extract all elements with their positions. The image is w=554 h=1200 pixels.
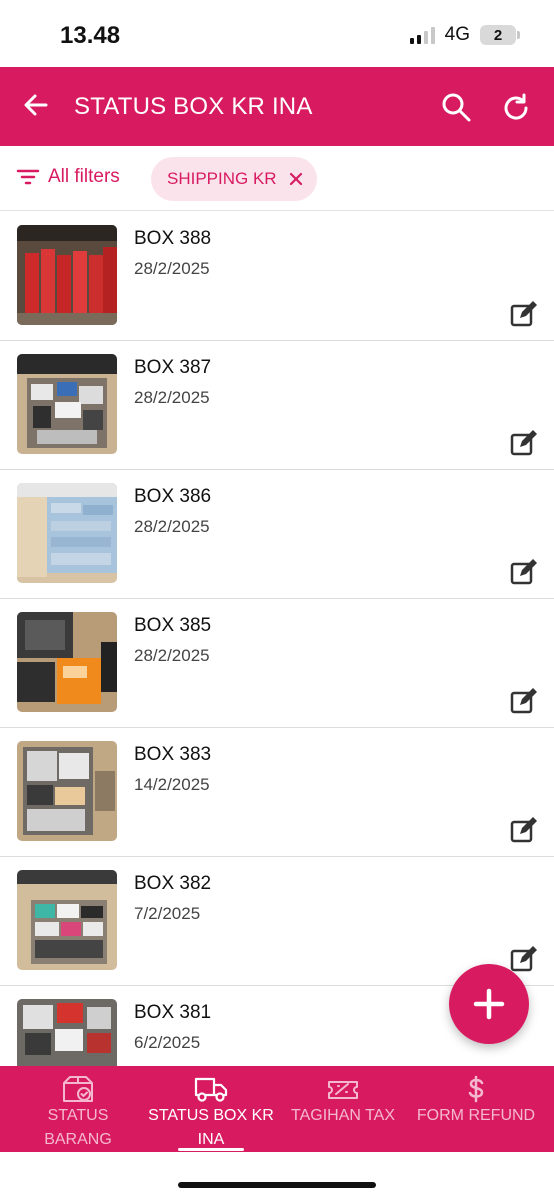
truck-icon [194, 1077, 228, 1102]
box-thumbnail [17, 741, 117, 841]
edit-icon[interactable] [509, 945, 539, 973]
box-title: BOX 381 [134, 1002, 212, 1023]
filter-bar: All filters SHIPPING KR [0, 146, 554, 211]
nav-label: STATUS BOX KR [148, 1107, 274, 1124]
edit-icon[interactable] [509, 300, 539, 328]
list-item[interactable]: BOX 385 28/2/2025 [0, 599, 554, 728]
add-box-button[interactable] [449, 964, 529, 1044]
nav-label: TAGIHAN TAX [290, 1107, 395, 1124]
nav-label: BARANG [44, 1131, 112, 1148]
box-date: 28/2/2025 [134, 388, 210, 407]
box-thumbnail [17, 354, 117, 454]
signal-icon [409, 26, 435, 44]
bottom-nav: STATUS BARANG STATUS BOX KR INA TAGIHAN … [0, 1066, 554, 1152]
status-bar: 13.48 4G 2 [0, 0, 554, 67]
plus-icon [473, 988, 505, 1020]
box-thumbnail [17, 225, 117, 325]
nav-form-refund[interactable]: FORM REFUND [412, 1066, 540, 1152]
box-title: BOX 383 [134, 744, 212, 765]
nav-status-barang[interactable]: STATUS BARANG [20, 1066, 136, 1152]
list-item[interactable]: BOX 382 7/2/2025 [0, 857, 554, 986]
box-thumbnail [17, 612, 117, 712]
box-thumbnail [17, 870, 117, 970]
app-header: STATUS BOX KR INA [0, 67, 554, 146]
nav-tagihan-tax[interactable]: TAGIHAN TAX [284, 1066, 402, 1152]
ticket-icon [328, 1081, 358, 1099]
refresh-icon[interactable] [499, 91, 533, 125]
box-thumbnail [17, 483, 117, 583]
filter-chip[interactable]: SHIPPING KR [151, 157, 317, 201]
close-icon[interactable] [289, 172, 303, 186]
active-tab-indicator [178, 1148, 244, 1151]
list-item[interactable]: BOX 388 28/2/2025 [0, 212, 554, 341]
battery-icon: 2 [480, 25, 520, 45]
all-filters-button[interactable]: All filters [16, 166, 120, 188]
filter-chip-label: SHIPPING KR [167, 169, 277, 188]
box-title: BOX 388 [134, 228, 212, 249]
box-title: BOX 382 [134, 873, 212, 894]
list-item[interactable]: BOX 386 28/2/2025 [0, 470, 554, 599]
box-date: 14/2/2025 [134, 775, 210, 794]
edit-icon[interactable] [509, 687, 539, 715]
dollar-icon [468, 1075, 484, 1103]
network-type: 4G [444, 24, 470, 45]
search-icon[interactable] [440, 91, 472, 123]
back-arrow-icon[interactable] [20, 89, 52, 121]
box-date: 28/2/2025 [134, 517, 210, 536]
home-indicator[interactable] [178, 1182, 376, 1188]
status-indicators: 4G 2 [409, 24, 520, 46]
home-area [0, 1152, 554, 1200]
list-item[interactable]: BOX 387 28/2/2025 [0, 341, 554, 470]
edit-icon[interactable] [509, 429, 539, 457]
box-date: 7/2/2025 [134, 904, 201, 923]
nav-label: STATUS [47, 1107, 109, 1124]
all-filters-label: All filters [48, 166, 120, 187]
edit-icon[interactable] [509, 558, 539, 586]
list-item[interactable]: BOX 383 14/2/2025 [0, 728, 554, 857]
edit-icon[interactable] [509, 816, 539, 844]
page-title: STATUS BOX KR INA [74, 93, 313, 120]
filter-icon [16, 169, 40, 185]
box-title: BOX 385 [134, 615, 212, 636]
box-title: BOX 386 [134, 486, 212, 507]
status-time: 13.48 [60, 22, 121, 49]
box-title: BOX 387 [134, 357, 212, 378]
box-date: 28/2/2025 [134, 259, 210, 278]
nav-status-box-kr-ina[interactable]: STATUS BOX KR INA [142, 1066, 280, 1152]
battery-level: 2 [493, 26, 503, 44]
box-date: 6/2/2025 [134, 1033, 201, 1052]
box-date: 28/2/2025 [134, 646, 210, 665]
box-check-icon [63, 1076, 93, 1102]
nav-label: FORM REFUND [416, 1107, 536, 1124]
